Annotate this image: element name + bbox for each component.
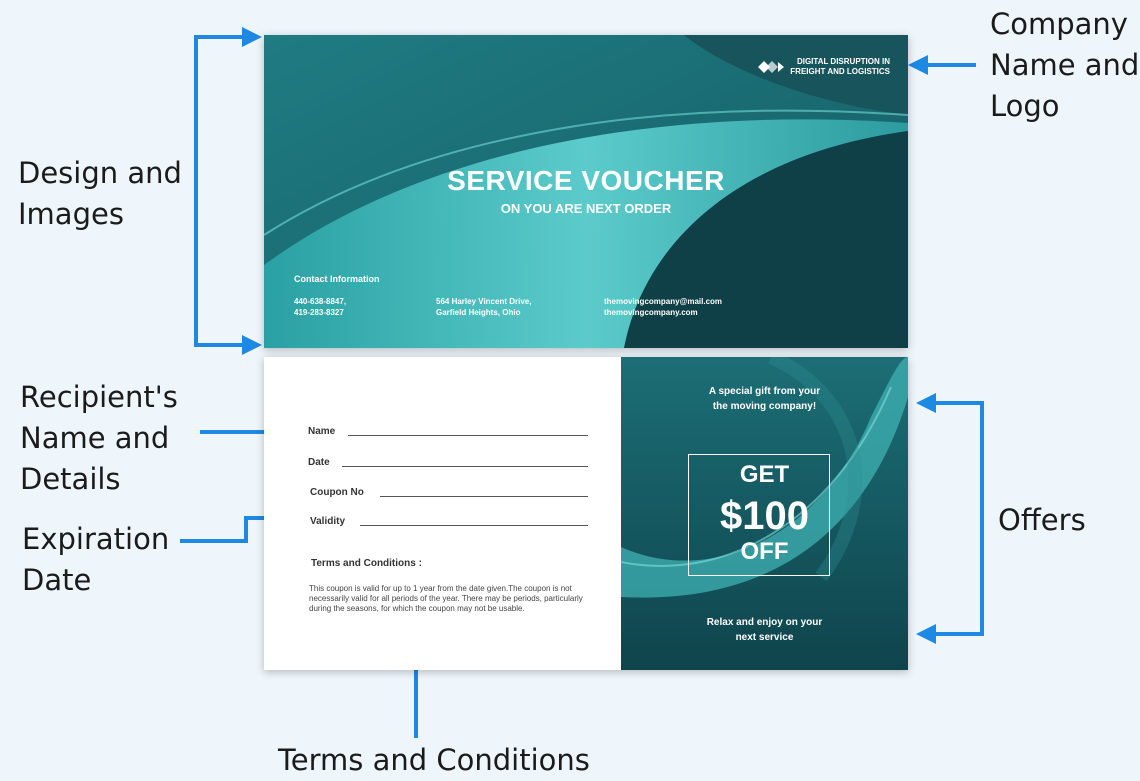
field-name-label: Name	[308, 426, 336, 437]
contact-web: themovingcompany@mail.com themovingcompa…	[604, 296, 722, 318]
offer-panel: A special gift from your the moving comp…	[621, 357, 908, 670]
field-coupon-line[interactable]	[380, 496, 588, 497]
field-date-label: Date	[308, 457, 330, 468]
offer-get: GET	[739, 461, 790, 488]
field-name-line[interactable]	[348, 435, 588, 436]
design-bracket-arrow	[194, 35, 262, 355]
phone-1: 440-638-8847,	[294, 297, 347, 306]
offer-amount: $100	[720, 494, 809, 538]
contact-phones: 440-638-8847, 419-283-8327	[294, 296, 346, 318]
field-validity-label: Validity	[310, 516, 346, 527]
phone-2: 419-283-8327	[294, 308, 344, 317]
relax-message: Relax and enjoy on your next service	[706, 617, 823, 643]
terms-heading: Terms and Conditions :	[311, 558, 422, 569]
address-1: 564 Harley Vincent Drive,	[436, 297, 532, 306]
contact-address: 564 Harley Vincent Drive, Garfield Heigh…	[436, 296, 531, 318]
contact-heading: Contact Information	[294, 274, 380, 284]
field-date-line[interactable]	[342, 466, 588, 467]
contact-email: themovingcompany@mail.com	[604, 297, 723, 306]
field-validity-line[interactable]	[360, 525, 588, 526]
voucher-title: SERVICE VOUCHER	[447, 165, 725, 196]
logo-text-line2: FREIGHT AND LOGISTICS	[790, 67, 890, 76]
voucher-subtitle: ON YOU ARE NEXT ORDER	[500, 201, 672, 216]
gift-message: A special gift from your the moving comp…	[708, 386, 821, 412]
address-2: Garfield Heights, Ohio	[436, 308, 521, 317]
voucher-front: DIGITAL DISRUPTION IN FREIGHT AND LOGIST…	[264, 35, 908, 348]
field-coupon-label: Coupon No	[310, 487, 364, 498]
company-logo-icon	[758, 61, 785, 73]
contact-website: themovingcompany.com	[604, 308, 698, 317]
logo-text-line1: DIGITAL DISRUPTION IN	[796, 57, 890, 66]
terms-body: This coupon is valid for up to 1 year fr…	[309, 584, 583, 613]
offer-off: OFF	[740, 538, 789, 565]
company-logo: DIGITAL DISRUPTION IN FREIGHT AND LOGIST…	[758, 57, 890, 77]
voucher-back: Name Date Coupon No Validity Terms and C…	[264, 357, 908, 670]
offers-bracket-arrow	[916, 401, 984, 644]
